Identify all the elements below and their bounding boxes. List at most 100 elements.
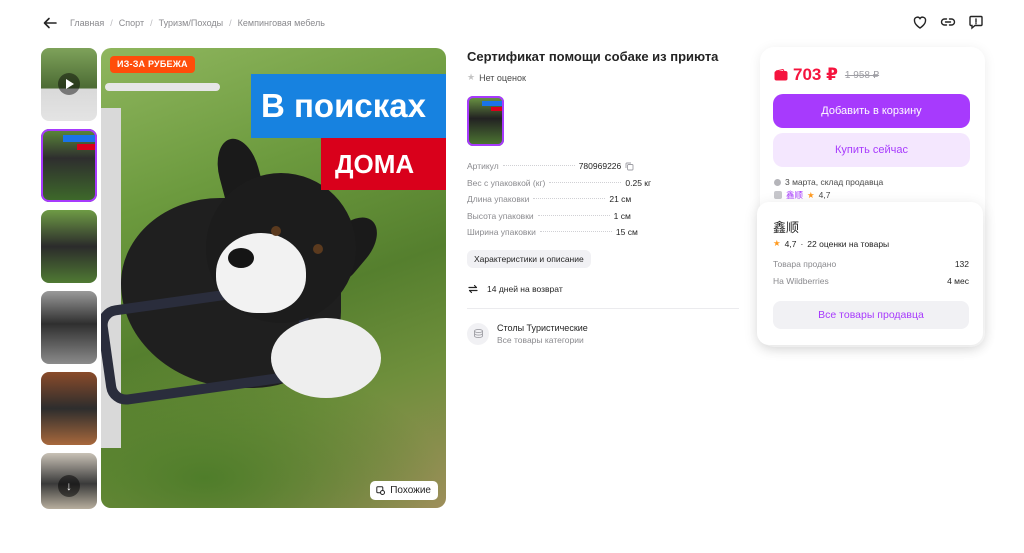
product-title: Сертификат помощи собаке из приюта <box>467 49 719 64</box>
breadcrumb-tourism[interactable]: Туризм/Походы <box>159 18 224 28</box>
spec-key: Артикул <box>467 161 499 171</box>
spec-value: 0.25 кг <box>625 177 652 188</box>
thumbnail-image[interactable] <box>41 372 97 445</box>
product-rating[interactable]: ★ Нет оценок <box>467 72 742 83</box>
spec-dots <box>539 231 612 232</box>
article-number: 780969226 <box>578 161 622 171</box>
thumbnail-image[interactable] <box>41 291 97 364</box>
thumbnail-image[interactable]: ↓ <box>41 453 97 509</box>
spec-row: Высота упаковки 1 см <box>467 211 742 228</box>
buy-now-button[interactable]: Купить сейчас <box>773 133 970 167</box>
spec-row: Ширина упаковки 15 см <box>467 227 742 244</box>
stat-value: 4 мес <box>947 276 969 286</box>
dog-muzzle <box>216 233 306 313</box>
seller-mini-name: 鑫顺 <box>786 190 804 200</box>
main-product-image[interactable]: ИЗ-ЗА РУБЕЖА В поисках ДОМА Похожие <box>101 48 446 508</box>
wheelchair-frame <box>105 83 220 91</box>
seller-mini[interactable]: 鑫顺 ★ 4,7 <box>774 189 830 201</box>
return-icon <box>468 284 478 293</box>
play-icon <box>58 73 80 95</box>
breadcrumb: Главная / Спорт / Туризм/Походы / Кемпингов… <box>70 18 325 28</box>
return-text: 14 дней на возврат <box>487 283 563 294</box>
spec-list: Артикул 780969226 Вес с упаковкой (кг) 0… <box>467 161 742 244</box>
top-actions <box>912 14 984 30</box>
breadcrumb-sport[interactable]: Спорт <box>119 18 144 28</box>
divider <box>467 307 739 309</box>
from-abroad-badge: ИЗ-ЗА РУБЕЖА <box>110 56 195 73</box>
banner-text-red: ДОМА <box>321 138 446 190</box>
rating-text: Нет оценок <box>479 72 526 83</box>
report-icon[interactable] <box>968 14 984 30</box>
spec-row: Вес с упаковкой (кг) 0.25 кг <box>467 178 742 195</box>
copy-icon[interactable] <box>625 162 634 171</box>
wallet-icon <box>774 69 788 81</box>
thumbnail-image[interactable] <box>41 210 97 283</box>
breadcrumb-separator: / <box>150 18 153 28</box>
seller-rating-value: 4,7 <box>784 238 797 249</box>
seller-mini-rating: 4,7 <box>818 190 831 200</box>
return-policy[interactable]: 14 дней на возврат <box>467 283 742 295</box>
characteristics-button[interactable]: Характеристики и описание <box>467 249 591 268</box>
stat-value: 132 <box>954 259 969 269</box>
dog-nose <box>228 248 254 268</box>
star-icon: ★ <box>773 238 781 248</box>
breadcrumb-camping-furniture[interactable]: Кемпинговая мебель <box>238 18 325 28</box>
thumbnail-banner <box>77 144 95 150</box>
stat-row-sold: Товара продано 132 <box>773 259 969 269</box>
delivery-icon <box>774 178 781 186</box>
thumbnail-list: ↓ <box>41 48 97 517</box>
all-seller-products-button[interactable]: Все товары продавца <box>773 301 969 329</box>
seller-rating: ★ 4,7 · 22 оценки на товары <box>773 238 889 249</box>
spec-dots <box>533 198 606 199</box>
down-arrow-icon[interactable]: ↓ <box>58 475 80 497</box>
banner-text-blue: В поисках <box>251 74 446 138</box>
back-arrow-icon[interactable] <box>42 15 58 31</box>
price-row: 703 ₽ 1 958 ₽ <box>774 65 879 85</box>
stat-label: На Wildberries <box>773 276 829 286</box>
thumbnail-banner <box>63 135 95 142</box>
category-icon <box>467 322 489 345</box>
star-icon: ★ <box>467 72 476 82</box>
category-link[interactable]: Столы Туристические Все товары категории <box>467 322 742 345</box>
link-icon[interactable] <box>940 14 956 30</box>
thumbnail-banner <box>491 107 502 111</box>
delivery-info: 3 марта, склад продавца <box>774 177 883 187</box>
spec-value: 15 см <box>615 227 638 237</box>
star-icon: ★ <box>807 189 815 200</box>
seller-card: 鑫顺 ★ 4,7 · 22 оценки на товары Товара пр… <box>757 202 983 345</box>
thumbnail-banner <box>482 101 502 106</box>
stat-row-on-wb: На Wildberries 4 мес <box>773 276 969 286</box>
breadcrumb-separator: / <box>229 18 232 28</box>
delivery-text: 3 марта, склад продавца <box>785 177 884 187</box>
similar-button[interactable]: Похожие <box>370 481 438 500</box>
breadcrumb-separator: / <box>110 18 113 28</box>
category-title: Столы Туристические <box>497 322 588 333</box>
dog-chest <box>271 318 381 398</box>
color-variant-thumbnail[interactable] <box>467 96 504 146</box>
spec-key: Высота упаковки <box>467 210 534 221</box>
dog-eye <box>313 244 323 254</box>
similar-icon <box>376 485 386 495</box>
seller-reviews: 22 оценки на товары <box>807 238 890 249</box>
spec-key: Ширина упаковки <box>467 227 536 237</box>
similar-label: Похожие <box>390 485 431 496</box>
seller-name[interactable]: 鑫顺 <box>773 217 799 236</box>
category-subtitle: Все товары категории <box>497 334 584 345</box>
shop-icon <box>774 191 782 199</box>
spec-dots <box>502 165 575 166</box>
rating-separator: · <box>800 238 804 249</box>
breadcrumb-home[interactable]: Главная <box>70 18 104 28</box>
spec-row: Длина упаковки 21 см <box>467 194 742 211</box>
thumbnail-video[interactable] <box>41 48 97 121</box>
current-price: 703 ₽ <box>793 65 838 84</box>
thumbnail-image-selected[interactable] <box>41 129 97 202</box>
spec-value: 21 см <box>609 194 632 204</box>
product-info: Сертификат помощи собаке из приюта ★ Нет… <box>467 48 742 345</box>
heart-icon[interactable] <box>912 14 928 30</box>
add-to-cart-button[interactable]: Добавить в корзину <box>773 94 970 128</box>
top-bar: Главная / Спорт / Туризм/Походы / Кемпингов… <box>0 0 1024 46</box>
spec-dots <box>537 214 610 216</box>
spec-value: 1 см <box>613 210 631 221</box>
spec-value: 780969226 <box>579 161 659 171</box>
spec-key: Длина упаковки <box>467 194 530 204</box>
